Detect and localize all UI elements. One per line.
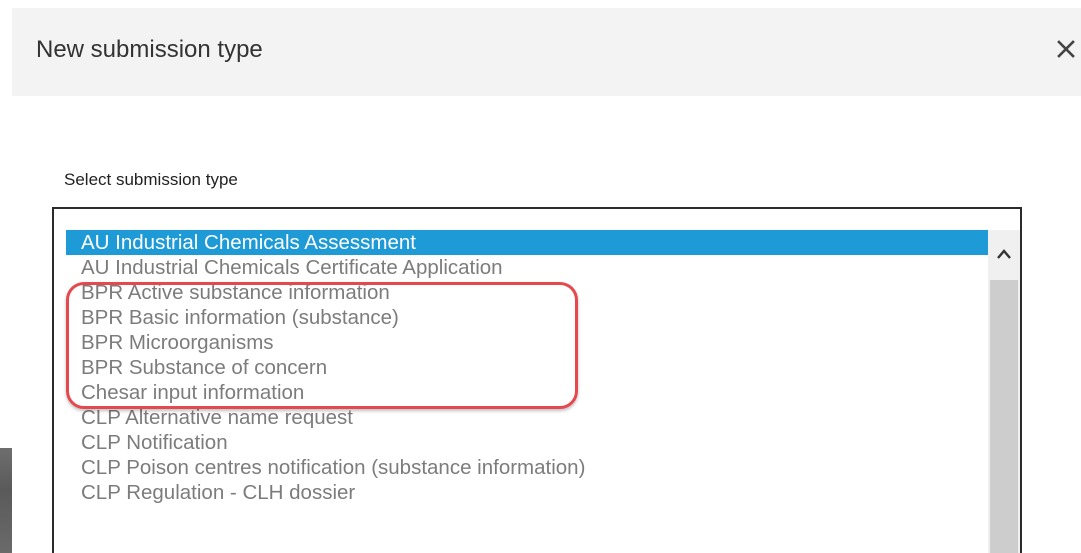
dialog-title: New submission type	[36, 36, 263, 63]
scroll-up-button[interactable]	[988, 230, 1020, 280]
submission-type-listbox[interactable]: AU Industrial Chemicals Assessment AU Ind…	[52, 207, 1022, 553]
field-label: Select submission type	[64, 170, 238, 189]
dialog-header: New submission type	[12, 8, 1081, 96]
vertical-scrollbar[interactable]	[988, 230, 1020, 553]
option-item[interactable]: CLP Regulation - CLH dossier	[66, 480, 988, 505]
option-item[interactable]: CLP Poison centres notification (substan…	[66, 455, 988, 480]
option-list: AU Industrial Chemicals Assessment AU Ind…	[66, 230, 988, 505]
option-item[interactable]: AU Industrial Chemicals Certificate Appl…	[66, 255, 988, 280]
option-item[interactable]: BPR Active substance information	[66, 280, 988, 305]
option-item[interactable]: BPR Basic information (substance)	[66, 305, 988, 330]
option-item[interactable]: BPR Substance of concern	[66, 355, 988, 380]
chevron-up-icon	[997, 249, 1011, 259]
option-item[interactable]: Chesar input information	[66, 380, 988, 405]
close-button[interactable]	[1051, 34, 1081, 64]
close-icon	[1057, 40, 1075, 58]
option-item[interactable]: AU Industrial Chemicals Assessment	[66, 230, 988, 255]
scroll-thumb[interactable]	[990, 280, 1018, 553]
option-item[interactable]: CLP Notification	[66, 430, 988, 455]
page: New submission type Select submission ty…	[0, 0, 1081, 553]
option-item[interactable]: CLP Alternative name request	[66, 405, 988, 430]
option-item[interactable]: BPR Microorganisms	[66, 330, 988, 355]
